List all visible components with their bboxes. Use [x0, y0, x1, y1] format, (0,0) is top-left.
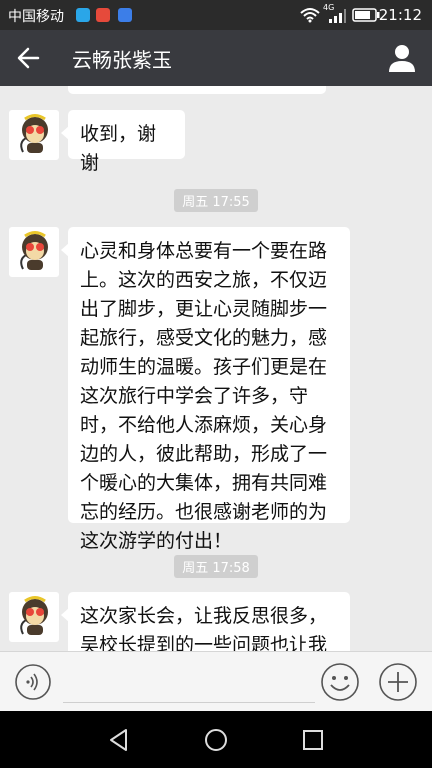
avatar[interactable]	[9, 227, 59, 277]
voice-icon	[15, 664, 51, 700]
message-text: 收到，谢谢	[80, 123, 157, 174]
avatar[interactable]	[9, 592, 59, 642]
signal-icon	[329, 9, 346, 23]
monkey-avatar-icon	[20, 114, 48, 153]
nav-recents-button[interactable]	[300, 727, 326, 753]
avatar[interactable]	[9, 110, 59, 160]
back-button[interactable]	[10, 40, 48, 76]
triangle-back-icon	[110, 729, 127, 751]
timestamp: 周五 17:55	[0, 189, 432, 212]
previous-message-bubble	[68, 86, 326, 94]
message-bubble[interactable]: 心灵和身体总要有一个要在路上。这次的西安之旅，不仅迈出了脚步，更让心灵随脚步一起…	[61, 227, 350, 552]
battery-icon	[352, 8, 380, 22]
carrier-name: 中国移动	[8, 9, 64, 25]
plus-icon	[379, 663, 417, 701]
voice-input-button[interactable]	[14, 663, 52, 701]
timestamp-label: 周五 17:58	[174, 555, 258, 578]
timestamp: 周五 17:58	[0, 555, 432, 578]
message-bubble[interactable]: 这次家长会，让我反思很多，吴校长提到的一些问题也让我	[61, 592, 350, 651]
chat-header: 云畅张紫玉	[0, 30, 432, 86]
message-text: 心灵和身体总要有一个要在路上。这次的西安之旅，不仅迈出了脚步，更让心灵随脚步一起…	[80, 240, 328, 552]
circle-home-icon	[205, 729, 227, 751]
more-button[interactable]	[378, 662, 418, 702]
square-recents-icon	[303, 730, 323, 750]
notification-app-icon	[76, 8, 90, 22]
wifi-icon	[300, 8, 320, 23]
timestamp-label: 周五 17:55	[174, 189, 258, 212]
message-list[interactable]: 收到，谢谢 周五 17:55 心灵和身体总要有一个要在路上。这次的西安之旅，不仅…	[0, 86, 432, 651]
nav-home-button[interactable]	[203, 727, 229, 753]
notification-app-icon	[96, 8, 110, 22]
chat-title: 云畅张紫玉	[72, 48, 172, 72]
chat-info-button[interactable]	[384, 40, 420, 76]
notification-app-icon	[118, 8, 132, 22]
input-bar	[0, 651, 432, 712]
monkey-avatar-icon	[20, 231, 48, 270]
person-icon	[389, 45, 415, 72]
message-text: 这次家长会，让我反思很多，吴校长提到的一些问题也让我	[80, 605, 328, 651]
monkey-avatar-icon	[20, 596, 48, 635]
nav-back-button[interactable]	[106, 727, 132, 753]
arrow-left-icon	[17, 47, 40, 69]
system-navigation-bar	[0, 711, 432, 768]
message-input[interactable]	[63, 664, 315, 703]
status-bar: 中国移动 4G 21:12	[0, 0, 432, 30]
message-bubble[interactable]: 收到，谢谢	[61, 110, 185, 174]
clock: 21:12	[378, 6, 422, 24]
smiley-icon	[321, 663, 359, 701]
emoji-button[interactable]	[320, 662, 360, 702]
